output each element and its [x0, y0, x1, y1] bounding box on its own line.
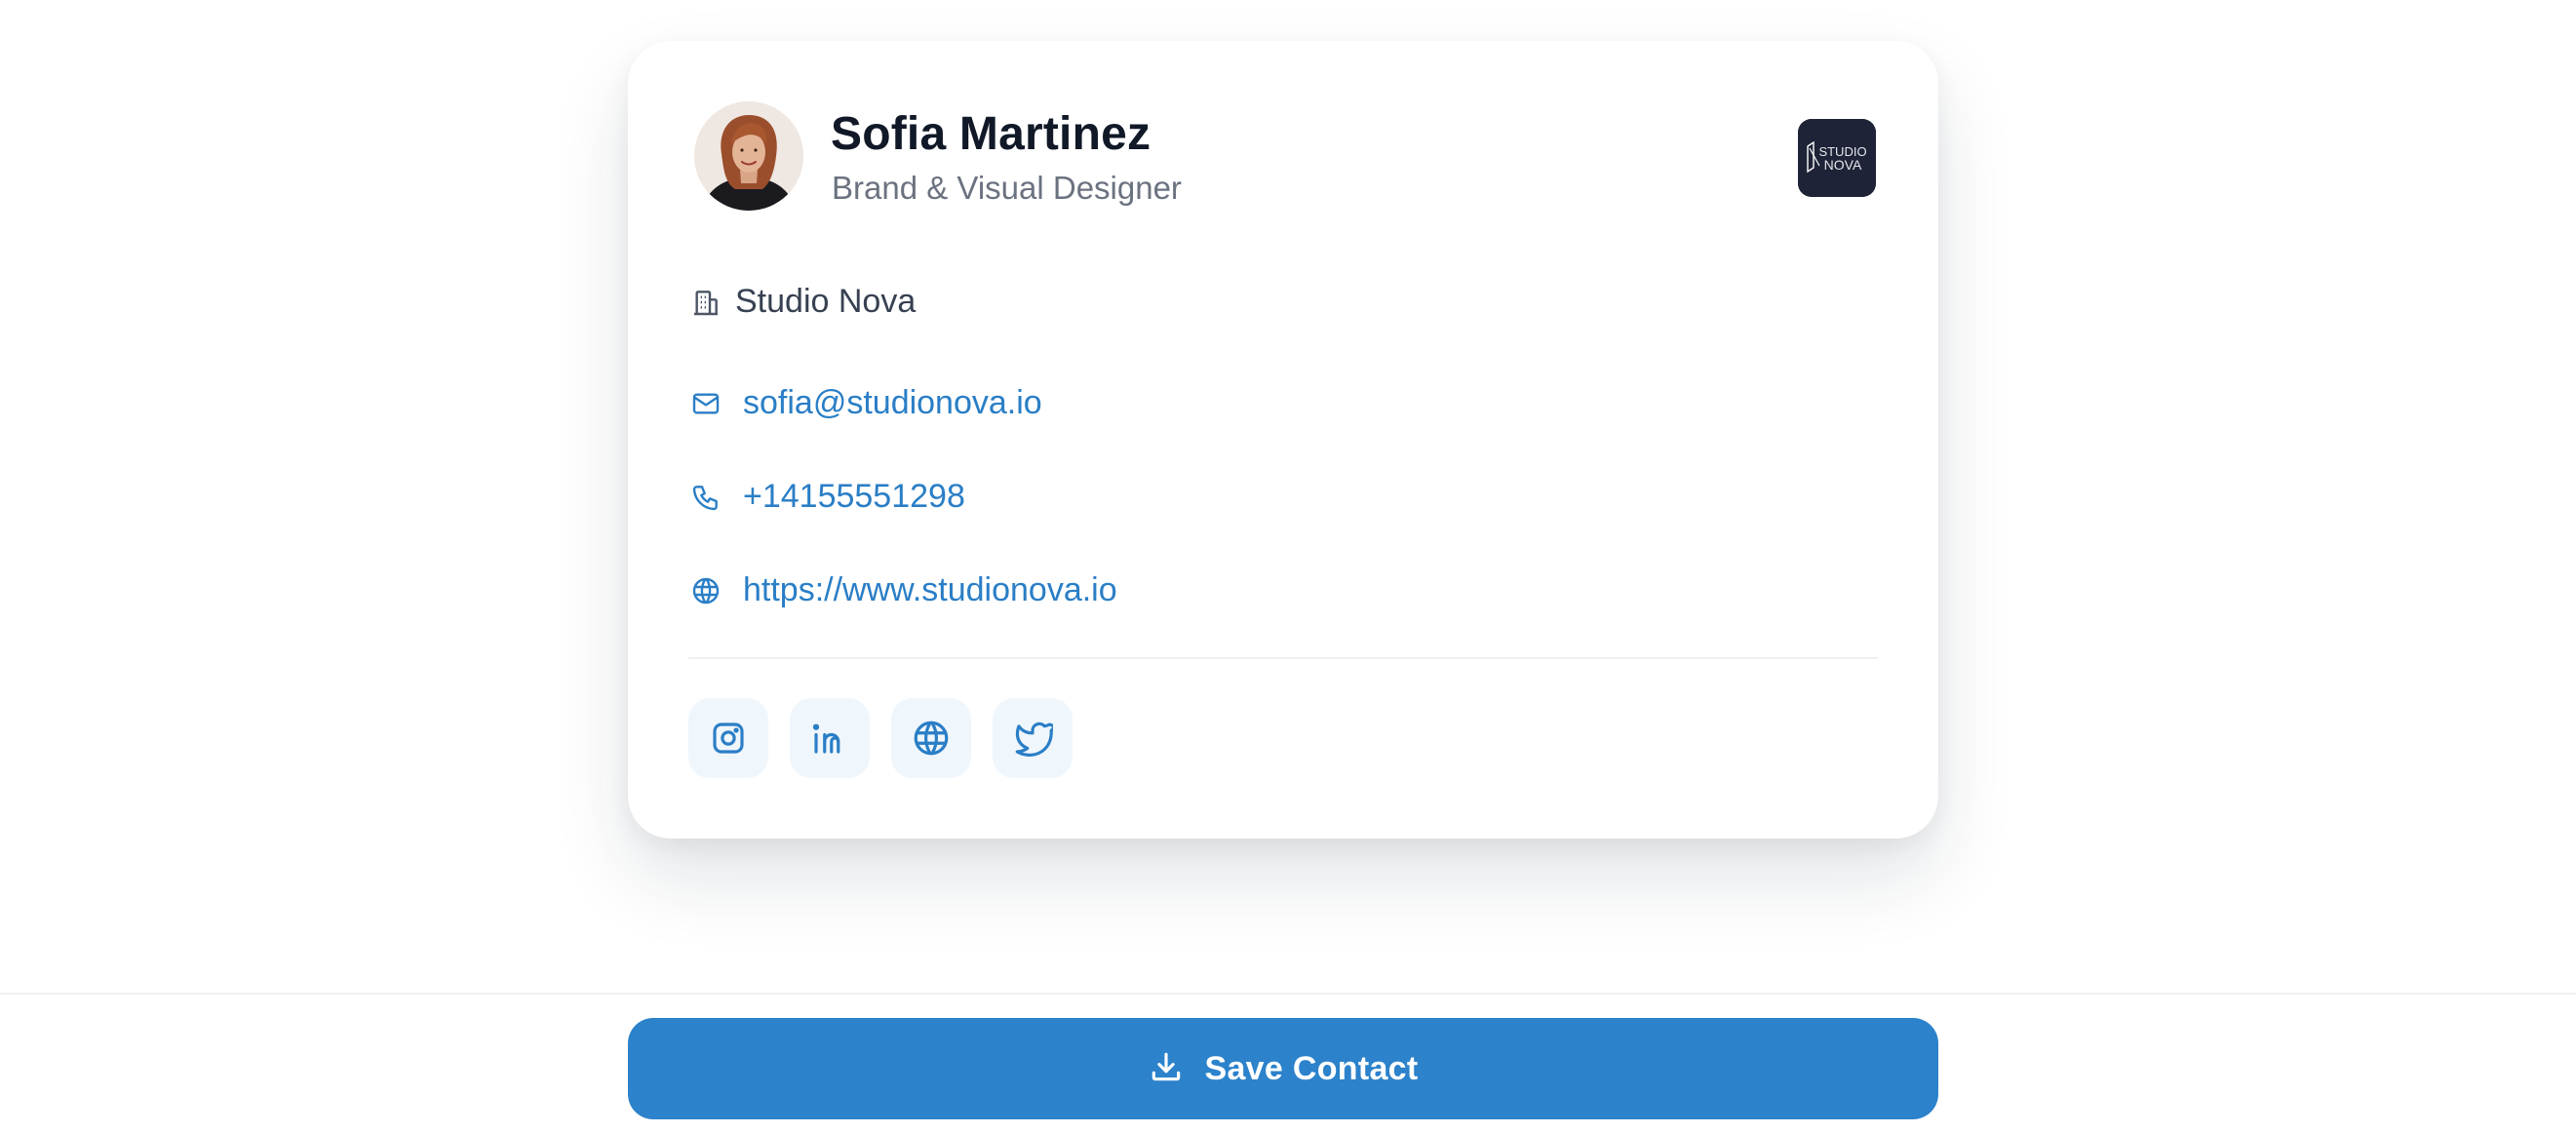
website-link[interactable]: https://www.studionova.io	[743, 571, 1117, 609]
avatar-photo	[694, 101, 803, 211]
studio-nova-logo-icon: STUDIO NOVA	[1798, 119, 1876, 197]
globe-icon	[914, 721, 949, 756]
page: Sofia Martinez Brand & Visual Designer S…	[0, 0, 2576, 1133]
linkedin-icon	[812, 723, 840, 754]
email-link[interactable]: sofia@studionova.io	[743, 384, 1042, 422]
linkedin-button[interactable]	[790, 698, 870, 778]
download-icon	[1148, 1048, 1185, 1090]
building-icon	[688, 285, 723, 320]
phone-icon	[688, 480, 723, 515]
phone-row[interactable]: +14155551298	[688, 478, 965, 516]
twitter-button[interactable]	[993, 698, 1073, 778]
contact-name: Sofia Martinez	[831, 108, 1151, 160]
contact-card: Sofia Martinez Brand & Visual Designer S…	[628, 41, 1938, 839]
avatar	[694, 101, 803, 211]
globe-icon	[688, 573, 723, 608]
mail-icon	[688, 386, 723, 421]
company-name: Studio Nova	[735, 283, 917, 320]
contact-title: Brand & Visual Designer	[832, 170, 1182, 206]
phone-link[interactable]: +14155551298	[743, 478, 965, 516]
svg-text:NOVA: NOVA	[1824, 157, 1862, 173]
website-button[interactable]	[891, 698, 971, 778]
website-row[interactable]: https://www.studionova.io	[688, 571, 1117, 609]
divider	[688, 657, 1878, 659]
save-contact-label: Save Contact	[1204, 1049, 1419, 1087]
twitter-icon	[1015, 722, 1053, 757]
email-row[interactable]: sofia@studionova.io	[688, 384, 1042, 422]
instagram-button[interactable]	[688, 698, 768, 778]
company-row: Studio Nova	[688, 283, 916, 321]
social-links	[688, 698, 1094, 778]
save-contact-button[interactable]: Save Contact	[628, 1018, 1938, 1119]
footer-divider	[0, 993, 2576, 995]
instagram-icon	[713, 723, 744, 754]
company-logo: STUDIO NOVA	[1798, 119, 1876, 197]
